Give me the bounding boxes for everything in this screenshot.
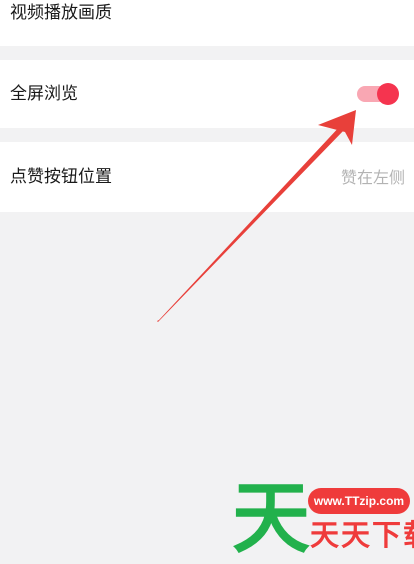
setting-row-like-button-position[interactable]: 点赞按钮位置 赞在左侧 [0, 142, 414, 212]
toggle-knob [377, 83, 399, 105]
setting-label-fullscreen-browse: 全屏浏览 [10, 84, 78, 104]
setting-label-like-button-position: 点赞按钮位置 [10, 167, 112, 187]
setting-row-video-quality[interactable]: 视频播放画质 [0, 0, 414, 46]
fullscreen-toggle-switch[interactable] [353, 83, 399, 105]
watermark-logo: 天 [232, 474, 311, 564]
site-watermark: 天 www.TTzip.com 天天下载 [226, 478, 414, 558]
setting-value-like-button-position: 赞在左侧 [340, 168, 405, 187]
setting-label-video-quality: 视频播放画质 [10, 3, 112, 23]
watermark-url: www.TTzip.com [313, 494, 405, 508]
watermark-url-badge: www.TTzip.com [308, 488, 410, 514]
setting-row-fullscreen-browse[interactable]: 全屏浏览 [0, 60, 414, 128]
watermark-name: 天天下载 [310, 518, 414, 552]
